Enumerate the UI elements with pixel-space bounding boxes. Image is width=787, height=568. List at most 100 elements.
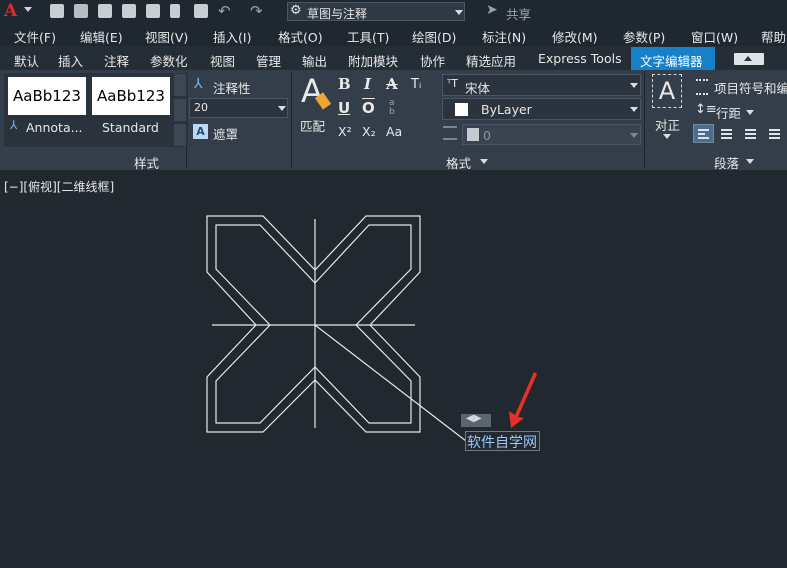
minimize-ribbon-button[interactable] xyxy=(734,53,764,65)
strikethrough-button[interactable]: A xyxy=(386,75,398,93)
menu-window[interactable]: 窗口(W) xyxy=(691,27,738,46)
overline-button[interactable]: O xyxy=(362,99,375,117)
share-button[interactable]: 共享 xyxy=(506,4,531,23)
align-center-button[interactable] xyxy=(716,124,737,143)
gallery-scroll-down-icon[interactable] xyxy=(174,99,186,121)
justification-label[interactable]: 对正 xyxy=(655,115,680,134)
underline-button[interactable]: U xyxy=(338,99,350,117)
send-icon[interactable]: ➤ xyxy=(486,2,498,18)
menu-bar: 文件(F) 编辑(E) 视图(V) 插入(I) 格式(O) 工具(T) 绘图(D… xyxy=(0,24,787,46)
align-right-button[interactable] xyxy=(740,124,761,143)
tab-output[interactable]: 输出 xyxy=(302,51,327,70)
menu-parameter[interactable]: 参数(P) xyxy=(623,27,665,46)
app-logo-icon[interactable]: A xyxy=(4,1,17,21)
font-dropdown[interactable]: ᵀT 宋体 xyxy=(442,74,641,96)
mask-label[interactable]: 遮罩 xyxy=(213,124,238,143)
menu-insert[interactable]: 插入(I) xyxy=(213,27,251,46)
cross-outer-outline xyxy=(206,215,421,433)
save-as-icon[interactable] xyxy=(122,4,136,18)
format-panel-expand-icon[interactable] xyxy=(480,159,488,164)
line-spacing-icon[interactable]: ↕≡ xyxy=(695,102,717,117)
superscript-button[interactable]: X² xyxy=(338,124,352,139)
chevron-down-icon xyxy=(663,134,671,139)
paragraph-panel-expand-icon[interactable] xyxy=(746,159,754,164)
annotative-toggle-icon[interactable]: ⅄ xyxy=(194,76,203,92)
stack-icon[interactable]: ab xyxy=(389,99,395,117)
style-swatch-annotative[interactable]: AaBb123 xyxy=(8,77,86,115)
save-icon[interactable] xyxy=(98,4,112,18)
align-left-button[interactable] xyxy=(693,124,714,143)
menu-modify[interactable]: 修改(M) xyxy=(552,27,598,46)
oblique-angle-input[interactable]: 0 xyxy=(462,124,641,145)
color-dropdown[interactable]: ByLayer xyxy=(442,98,641,120)
menu-file[interactable]: 文件(F) xyxy=(14,27,56,46)
app-menu-chevron-icon[interactable] xyxy=(24,7,32,12)
tab-annotate[interactable]: 注释 xyxy=(104,51,129,70)
style-swatch-standard[interactable]: AaBb123 xyxy=(92,77,170,115)
match-properties-label[interactable]: 匹配 xyxy=(300,116,325,135)
tab-view[interactable]: 视图 xyxy=(210,51,235,70)
workspace-label: 草图与注释 xyxy=(307,7,368,21)
left-right-arrow-icon: ◀▶ xyxy=(466,413,482,424)
italic-button[interactable]: I xyxy=(364,75,371,93)
tab-insert[interactable]: 插入 xyxy=(58,51,83,70)
chevron-down-icon xyxy=(630,83,638,88)
annotation-arrows xyxy=(509,372,537,428)
justification-icon[interactable]: A xyxy=(652,74,682,108)
drawing-canvas[interactable] xyxy=(0,170,787,568)
menu-edit[interactable]: 编辑(E) xyxy=(80,27,123,46)
layers-icon xyxy=(443,126,457,140)
open-web-icon[interactable] xyxy=(146,4,160,18)
chevron-down-icon xyxy=(278,106,286,111)
chevron-down-icon xyxy=(455,10,463,15)
change-case-button[interactable]: Aa xyxy=(386,124,402,139)
tab-addins[interactable]: 附加模块 xyxy=(348,51,398,70)
annotative-toggle-label[interactable]: 注释性 xyxy=(213,78,251,97)
tab-parametric[interactable]: 参数化 xyxy=(150,51,188,70)
mask-icon[interactable]: A xyxy=(193,124,208,139)
tab-featured-apps[interactable]: 精选应用 xyxy=(466,51,516,70)
subscript-button[interactable]: X₂ xyxy=(362,124,376,139)
bold-button[interactable]: B xyxy=(338,75,351,93)
mtext-content[interactable]: 软件自学网 xyxy=(467,432,537,452)
cross-inner-outline xyxy=(215,224,412,424)
line-spacing-label[interactable]: 行距 xyxy=(716,103,741,122)
cross-shape xyxy=(206,215,467,442)
export-icon[interactable] xyxy=(170,4,180,18)
menu-view[interactable]: 视图(V) xyxy=(145,27,188,46)
undo-icon[interactable]: ↶ xyxy=(218,2,231,20)
truetype-font-icon: ᵀT xyxy=(447,77,458,90)
gear-icon: ⚙ xyxy=(290,3,302,18)
font-value: 宋体 xyxy=(465,81,491,96)
color-value: ByLayer xyxy=(481,102,532,117)
tab-manage[interactable]: 管理 xyxy=(256,51,281,70)
menu-draw[interactable]: 绘图(D) xyxy=(412,27,456,46)
open-file-icon[interactable] xyxy=(74,4,88,18)
redo-icon[interactable]: ↷ xyxy=(250,2,263,20)
panel-divider xyxy=(291,72,292,168)
red-arrow-2 xyxy=(509,372,537,428)
tab-default[interactable]: 默认 xyxy=(14,51,39,70)
workspace-dropdown[interactable]: ⚙ 草图与注释 xyxy=(287,2,465,21)
bullets-icon[interactable] xyxy=(696,79,708,95)
gallery-expand-icon[interactable] xyxy=(174,124,186,146)
tab-express-tools[interactable]: Express Tools xyxy=(538,51,622,66)
menu-help[interactable]: 帮助 xyxy=(761,27,786,46)
bullets-label[interactable]: 项目符号和编号 xyxy=(714,78,787,97)
new-file-icon[interactable] xyxy=(50,4,64,18)
oblique-value: 0 xyxy=(483,128,491,143)
menu-format[interactable]: 格式(O) xyxy=(278,27,323,46)
tab-collaborate[interactable]: 协作 xyxy=(420,51,445,70)
menu-dimension[interactable]: 标注(N) xyxy=(482,27,526,46)
annotative-icon: ⅄ xyxy=(10,118,18,132)
gallery-scroll-up-icon[interactable] xyxy=(174,74,186,96)
case-toggle-icon[interactable]: Tᵢ xyxy=(411,77,421,92)
tab-text-editor[interactable]: 文字编辑器 xyxy=(631,47,715,70)
plot-icon[interactable] xyxy=(194,4,208,18)
mtext-width-grip-icon[interactable]: ◀▶ xyxy=(461,413,491,427)
chevron-down-icon xyxy=(746,110,754,115)
menu-tools[interactable]: 工具(T) xyxy=(347,27,389,46)
text-height-input[interactable]: 20 xyxy=(189,98,288,118)
chevron-down-icon xyxy=(630,133,638,138)
justify-button[interactable] xyxy=(764,124,784,143)
